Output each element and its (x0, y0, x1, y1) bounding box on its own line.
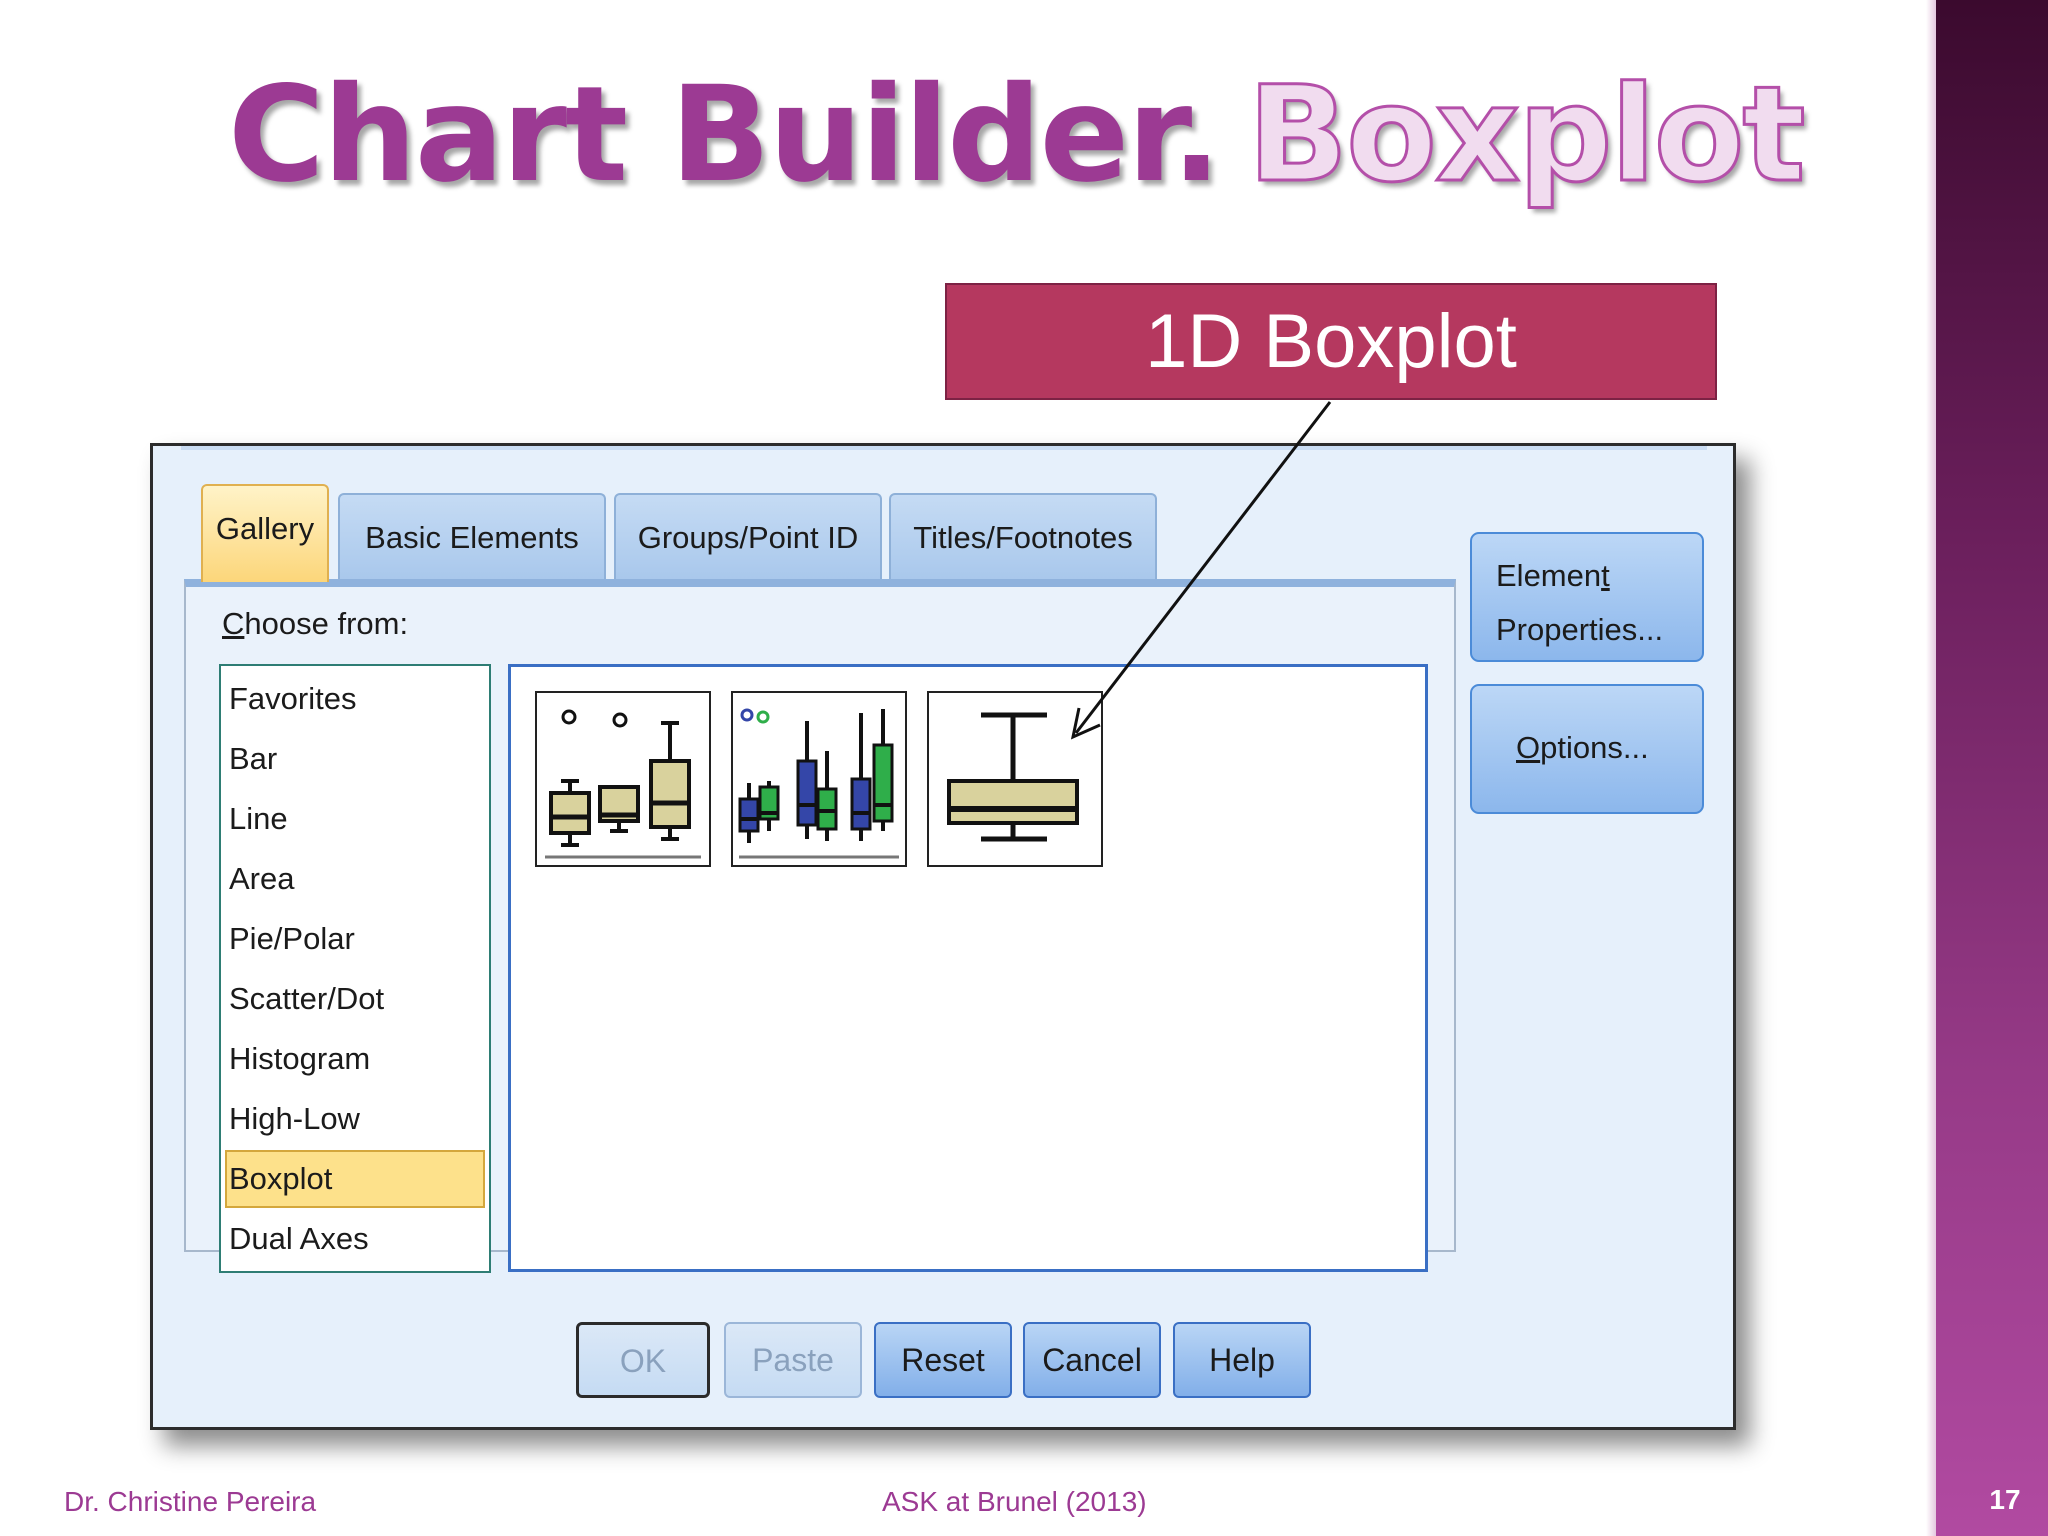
list-item-bar[interactable]: Bar (225, 730, 485, 788)
list-item-histogram[interactable]: Histogram (225, 1030, 485, 1088)
clustered-boxplot-thumbnail[interactable] (731, 691, 907, 867)
footer-course: ASK at Brunel (2013) (882, 1486, 1147, 1517)
list-item-favorites[interactable]: Favorites (225, 670, 485, 728)
cancel-button[interactable]: Cancel (1023, 1322, 1161, 1398)
chart-builder-dialog: Gallery Basic Elements Groups/Point ID T… (150, 443, 1736, 1430)
1d-boxplot-icon (947, 712, 1079, 842)
list-item-high-low[interactable]: High-Low (225, 1090, 485, 1148)
callout-box: 1D Boxplot (945, 283, 1717, 400)
list-item-scatter-dot[interactable]: Scatter/Dot (225, 970, 485, 1028)
tab-titles-footnotes[interactable]: Titles/Footnotes (889, 493, 1157, 579)
list-item-area[interactable]: Area (225, 850, 485, 908)
reset-button[interactable]: Reset (874, 1322, 1012, 1398)
clustered-boxplot-icon (738, 708, 899, 859)
slide-title-main: Chart Builder. (228, 58, 1222, 212)
tab-gallery[interactable]: Gallery (201, 484, 329, 582)
simple-boxplot-thumbnail[interactable] (535, 691, 711, 867)
slide-title: Chart Builder. Boxplot (228, 57, 1807, 214)
options-button[interactable]: Options... (1470, 684, 1704, 814)
list-item-dual-axes[interactable]: Dual Axes (225, 1210, 485, 1268)
footer-author: Dr. Christine Pereira (64, 1486, 317, 1517)
tab-groups-point-id[interactable]: Groups/Point ID (614, 493, 882, 579)
page-number: 17 (1989, 1484, 2021, 1515)
tab-basic-elements[interactable]: Basic Elements (338, 493, 606, 579)
element-properties-line1: Element (1496, 558, 1610, 593)
options-label: Options... (1516, 730, 1649, 765)
chart-type-list[interactable]: Favorites Bar Line Area Pie/Polar Scatte… (219, 664, 491, 1273)
help-button[interactable]: Help (1173, 1322, 1311, 1398)
slide-title-accent: Boxplot (1246, 57, 1807, 214)
dialog-top-edge (181, 446, 1707, 450)
paste-button[interactable]: Paste (724, 1322, 862, 1398)
element-properties-line2: Properties... (1496, 612, 1664, 647)
list-item-line[interactable]: Line (225, 790, 485, 848)
1d-boxplot-thumbnail[interactable] (927, 691, 1103, 867)
element-properties-button[interactable]: Element Properties... (1470, 532, 1704, 662)
choose-from-label: Choose from: (222, 606, 409, 641)
chart-gallery (508, 664, 1428, 1272)
slide-sidebar (1936, 0, 2048, 1536)
ok-button[interactable]: OK (576, 1322, 710, 1398)
list-item-boxplot[interactable]: Boxplot (225, 1150, 485, 1208)
simple-boxplot-icon (545, 709, 701, 859)
list-item-pie-polar[interactable]: Pie/Polar (225, 910, 485, 968)
slide-sidebar-edge (1926, 0, 1936, 1536)
